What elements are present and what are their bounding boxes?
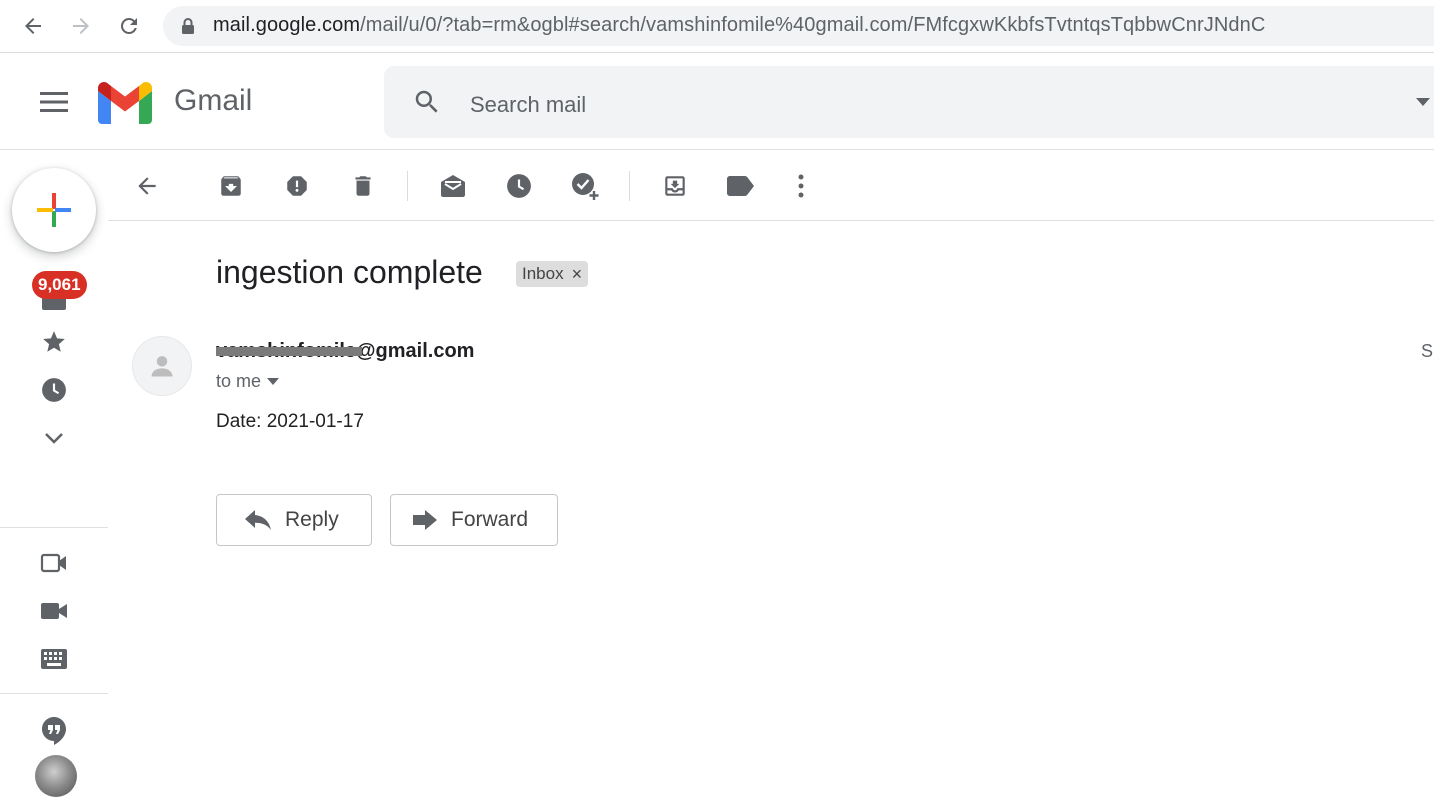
expand-more-icon[interactable] xyxy=(40,424,68,452)
recipient-text: to me xyxy=(216,371,262,391)
address-bar-url[interactable]: mail.google.com/mail/u/0/?tab=rm&ogbl#se… xyxy=(213,14,1265,37)
join-meeting-icon[interactable] xyxy=(40,597,68,625)
forward-button[interactable]: Forward xyxy=(390,494,558,546)
back-arrow-icon[interactable] xyxy=(129,168,165,204)
move-to-icon[interactable] xyxy=(657,168,693,204)
recipient-line[interactable]: to me xyxy=(216,371,280,392)
mark-unread-icon[interactable] xyxy=(435,168,471,204)
rail-divider xyxy=(0,527,108,528)
search-icon[interactable] xyxy=(412,87,442,117)
toolbar-divider xyxy=(108,220,1434,221)
new-meeting-icon[interactable] xyxy=(40,549,68,577)
browser-back-icon[interactable] xyxy=(17,10,49,42)
lock-icon xyxy=(180,17,196,35)
archive-icon[interactable] xyxy=(213,168,249,204)
search-input[interactable]: Search mail xyxy=(470,92,586,118)
email-subject: ingestion complete xyxy=(216,254,483,290)
inbox-label-chip[interactable]: Inbox × xyxy=(516,261,589,287)
email-body: Date: 2021-01-17 xyxy=(216,411,364,432)
redaction-bar xyxy=(216,347,362,356)
clipped-side-text: S xyxy=(1421,341,1434,361)
snooze-icon[interactable] xyxy=(501,168,537,204)
reply-button[interactable]: Reply xyxy=(216,494,372,546)
toolbar-separator-2 xyxy=(629,171,630,201)
reply-label: Reply xyxy=(285,508,339,531)
browser-reload-icon[interactable] xyxy=(113,10,145,42)
compose-plus-icon xyxy=(37,193,71,227)
add-to-tasks-icon[interactable] xyxy=(567,168,603,204)
inbox-label-text: Inbox xyxy=(522,264,564,283)
gmail-logo-icon[interactable] xyxy=(98,82,152,124)
rail-divider-2 xyxy=(0,693,108,694)
keyboard-icon[interactable] xyxy=(40,645,68,673)
url-path: /mail/u/0/?tab=rm&ogbl#search/vamshinfom… xyxy=(360,14,1266,36)
main-menu-icon[interactable] xyxy=(38,88,70,116)
more-options-icon[interactable] xyxy=(783,168,819,204)
hangouts-icon[interactable] xyxy=(40,717,68,745)
search-options-icon[interactable] xyxy=(1416,98,1430,106)
compose-button[interactable] xyxy=(12,168,96,252)
unread-count-badge: 9,061 xyxy=(32,271,87,299)
clock-icon[interactable] xyxy=(40,376,68,404)
delete-icon[interactable] xyxy=(345,168,381,204)
gmail-wordmark[interactable]: Gmail xyxy=(174,84,252,118)
forward-label: Forward xyxy=(451,508,529,531)
person-icon xyxy=(151,356,173,377)
remove-label-icon[interactable]: × xyxy=(572,264,583,285)
reply-arrow-icon xyxy=(245,510,271,530)
recipient-details-icon[interactable] xyxy=(267,377,280,386)
browser-forward-icon[interactable] xyxy=(65,10,97,42)
sender-avatar[interactable] xyxy=(132,336,192,396)
label-icon[interactable] xyxy=(723,168,759,204)
star-icon[interactable] xyxy=(40,328,68,356)
forward-arrow-icon xyxy=(413,510,437,530)
toolbar-separator xyxy=(407,171,408,201)
report-spam-icon[interactable] xyxy=(279,168,315,204)
url-host: mail.google.com xyxy=(213,14,361,36)
avatar[interactable] xyxy=(35,755,77,797)
